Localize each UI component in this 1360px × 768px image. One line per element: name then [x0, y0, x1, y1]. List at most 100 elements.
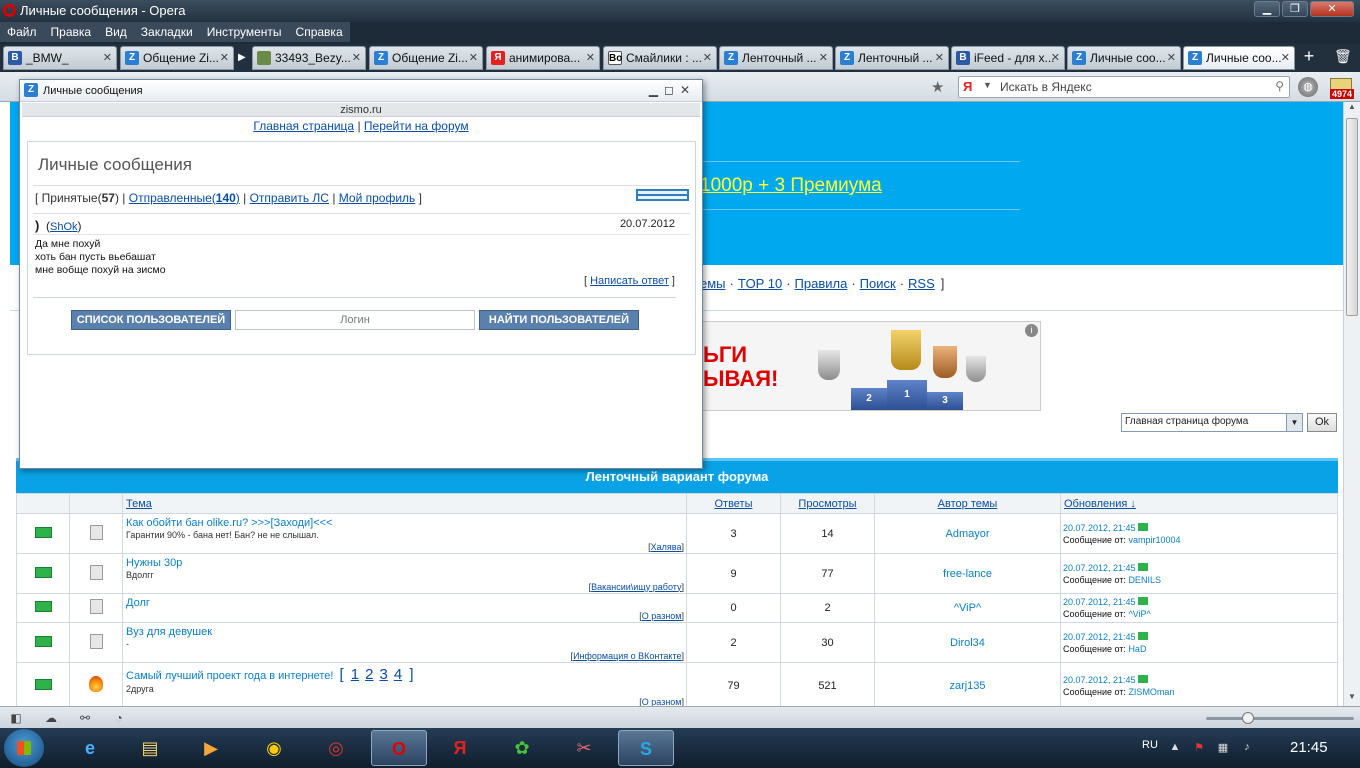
mail-icon[interactable] — [34, 526, 52, 538]
skype-icon[interactable]: S — [618, 730, 674, 766]
panel-toggle-icon[interactable]: ◧ — [9, 711, 23, 725]
sent-link[interactable]: Отправленные(140) — [129, 191, 240, 205]
close-tab-icon[interactable]: ✕ — [1281, 51, 1290, 64]
topic-author[interactable]: zarj135 — [874, 662, 1061, 706]
tools-icon[interactable]: ✂ — [556, 730, 612, 766]
nav-link-search[interactable]: Поиск — [860, 276, 896, 291]
category-link[interactable]: Вакансии\ищу работу — [591, 582, 681, 592]
share-icon[interactable]: ⚯ — [78, 711, 92, 725]
globe-icon[interactable]: ◍ — [1298, 77, 1318, 97]
ad-banner[interactable]: ЬГИ ЫВАЯ! i 2 1 3 — [700, 321, 1041, 411]
explorer-icon[interactable]: ▤ — [122, 730, 178, 766]
nav-link-rules[interactable]: Правила — [795, 276, 848, 291]
go-last-icon[interactable] — [1137, 674, 1148, 683]
go-last-icon[interactable] — [1137, 631, 1148, 640]
page-link[interactable]: 1 — [351, 666, 359, 683]
topic-link[interactable]: Самый лучший проект года в интернете! — [126, 670, 333, 682]
close-tab-icon[interactable]: ✕ — [352, 51, 361, 64]
zoom-slider[interactable] — [1206, 712, 1354, 724]
menu-tools[interactable]: Инструменты — [200, 22, 289, 42]
category-link[interactable]: Информация о ВКонтакте — [573, 651, 681, 661]
home-link[interactable]: Главная страница — [253, 119, 354, 133]
update-date[interactable]: 20.07.2012, 21:45 — [1063, 632, 1136, 642]
scroll-down-icon[interactable]: ▼ — [1344, 692, 1360, 706]
jump-ok-button[interactable]: Ok — [1307, 413, 1337, 432]
forum-jump-select[interactable]: Главная страница форума ▼ — [1121, 413, 1303, 432]
menu-help[interactable]: Справка — [289, 22, 350, 42]
mail-icon[interactable]: 4974 — [1328, 76, 1356, 100]
update-date[interactable]: 20.07.2012, 21:45 — [1063, 523, 1136, 533]
go-last-icon[interactable] — [1137, 597, 1148, 605]
topic-author[interactable]: ^ViP^ — [874, 593, 1061, 623]
col-author[interactable]: Автор темы — [874, 493, 1061, 514]
close-tab-icon[interactable]: ✕ — [935, 51, 944, 64]
media-player-icon[interactable]: ▶ — [183, 730, 239, 766]
maximize-button[interactable]: ❐ — [1282, 1, 1308, 17]
tab-group-arrow-icon[interactable]: ▶ — [238, 52, 246, 63]
tab[interactable]: 33493_Bezy... ✕ — [252, 46, 366, 70]
bookmark-star-icon[interactable]: ★ — [931, 78, 944, 96]
close-window-button[interactable]: ✕ — [1310, 1, 1354, 17]
forum-link[interactable]: Перейти на форум — [364, 119, 469, 133]
menu-file[interactable]: Файл — [0, 22, 44, 42]
chrome-icon[interactable]: ◎ — [308, 730, 364, 766]
last-poster[interactable]: ^ViP^ — [1128, 609, 1150, 619]
tab[interactable]: Z Ленточный ... ✕ — [719, 46, 833, 70]
nav-link-top10[interactable]: TOP 10 — [738, 276, 782, 291]
search-field[interactable]: Я ▼ Искать в Яндекс ⚲ — [958, 76, 1290, 98]
login-input[interactable]: Логин — [235, 310, 475, 330]
topic-link[interactable]: Долг — [126, 597, 150, 609]
start-button[interactable] — [4, 729, 44, 767]
topic-link[interactable]: Как обойти бан olike.ru? >>>[Заходи]<<< — [126, 517, 332, 529]
close-tab-icon[interactable]: ✕ — [819, 51, 828, 64]
cloud-icon[interactable]: ☁ — [44, 711, 58, 725]
my-profile-link[interactable]: Мой профиль — [339, 191, 416, 205]
last-poster[interactable]: vampir10004 — [1128, 535, 1180, 545]
chevron-down-icon[interactable]: ▼ — [983, 80, 992, 90]
col-updates[interactable]: Обновления ↓ — [1060, 493, 1338, 514]
language-indicator[interactable]: RU — [1142, 739, 1158, 751]
category-link[interactable]: Халява — [651, 542, 682, 552]
tab-active[interactable]: Z Личные соо... ✕ — [1183, 46, 1295, 70]
mail-icon[interactable] — [34, 635, 52, 647]
topic-link[interactable]: Вуз для девушек — [126, 626, 212, 638]
new-tab-icon[interactable]: + — [1298, 46, 1320, 68]
page-link[interactable]: 4 — [394, 666, 402, 683]
close-tab-icon[interactable]: ✕ — [703, 51, 712, 64]
trash-icon[interactable]: 🗑 — [1334, 48, 1352, 66]
mail-icon[interactable] — [34, 566, 52, 578]
users-list-button[interactable]: СПИСОК ПОЛЬЗОВАТЕЛЕЙ — [71, 310, 231, 330]
col-replies[interactable]: Ответы — [686, 493, 781, 514]
network-icon[interactable]: ▦ — [1216, 741, 1230, 755]
minimize-button[interactable]: ▁ — [1254, 1, 1280, 17]
page-link[interactable]: 2 — [365, 666, 373, 683]
update-date[interactable]: 20.07.2012, 21:45 — [1063, 675, 1136, 685]
popup-window-controls[interactable]: ▁◻✕ — [649, 83, 696, 97]
close-tab-icon[interactable]: ✕ — [220, 51, 229, 64]
topic-author[interactable]: free-lance — [874, 553, 1061, 594]
search-icon[interactable]: ⚲ — [1275, 79, 1284, 93]
reply-link[interactable]: Написать ответ — [590, 275, 669, 287]
mail-icon[interactable] — [34, 601, 52, 612]
tab[interactable]: BiFeed - для х... ✕ — [951, 46, 1065, 70]
scroll-up-icon[interactable]: ▲ — [1344, 102, 1360, 116]
mail-icon[interactable] — [34, 678, 52, 690]
topic-author[interactable]: Admayor — [874, 513, 1061, 554]
info-icon[interactable]: i — [1025, 324, 1038, 337]
tab[interactable]: Яанимирова... ✕ — [486, 46, 600, 70]
chevron-down-icon[interactable]: ▼ — [1286, 414, 1302, 431]
col-topic[interactable]: Тема — [122, 493, 687, 514]
close-tab-icon[interactable]: ✕ — [1051, 51, 1060, 64]
last-poster[interactable]: HaD — [1128, 644, 1146, 654]
topic-link[interactable]: Нужны 30р — [126, 557, 182, 569]
page-scrollbar[interactable]: ▲ ▼ — [1343, 102, 1360, 706]
close-tab-icon[interactable]: ✕ — [1167, 51, 1176, 64]
col-views[interactable]: Просмотры — [780, 493, 875, 514]
tab[interactable]: Bo Смайлики : ... ✕ — [603, 46, 717, 70]
page-link[interactable]: 3 — [379, 666, 387, 683]
clock[interactable]: 21:45 — [1290, 739, 1328, 756]
promo-link[interactable]: 1000р + 3 Премиума — [700, 175, 882, 197]
tab[interactable]: Z Общение Zi... ✕ — [120, 46, 234, 70]
globe-app-icon[interactable]: ◉ — [246, 730, 302, 766]
close-tab-icon[interactable]: ✕ — [103, 51, 112, 64]
